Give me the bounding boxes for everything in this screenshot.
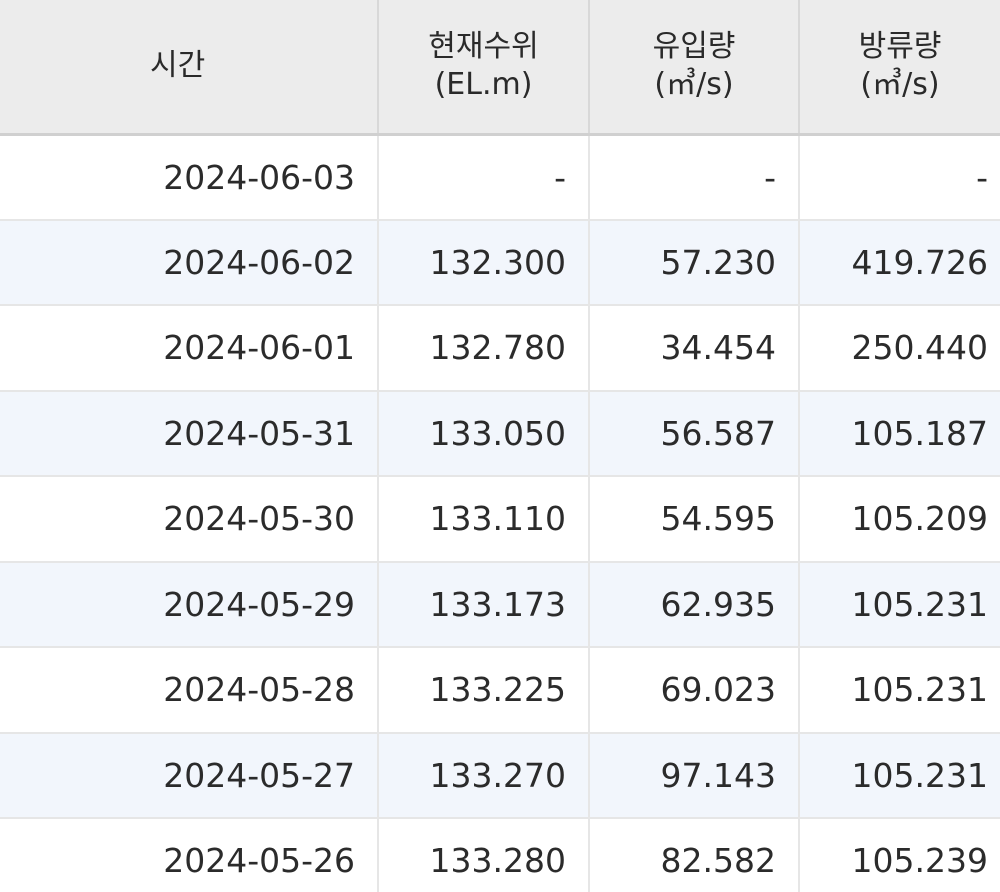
cell-inflow: 34.454 — [588, 305, 799, 392]
header-inflow-unit: (㎥/s) — [654, 67, 734, 103]
cell-water-level: 133.280 — [377, 818, 589, 892]
cell-inflow: 54.595 — [588, 476, 799, 563]
header-inflow: 유입량 (㎥/s) — [588, 0, 799, 136]
cell-inflow: 62.935 — [588, 561, 799, 648]
cell-time: 2024-06-03 — [0, 134, 378, 221]
table-row: 2024-05-28 133.225 69.023 105.231 — [0, 647, 1000, 734]
header-time: 시간 — [0, 0, 378, 136]
cell-time: 2024-06-01 — [0, 305, 378, 392]
cell-inflow: 97.143 — [588, 732, 799, 819]
header-water-level-label: 현재수위 — [428, 29, 539, 65]
table-row: 2024-05-30 133.110 54.595 105.209 — [0, 476, 1000, 563]
cell-outflow: 105.209 — [798, 476, 1000, 563]
header-water-level: 현재수위 (EL.m) — [377, 0, 589, 136]
cell-inflow: 69.023 — [588, 647, 799, 734]
header-outflow-label: 방류량 — [858, 29, 942, 65]
cell-outflow: 105.231 — [798, 647, 1000, 734]
header-outflow: 방류량 (㎥/s) — [798, 0, 1000, 136]
table-row: 2024-05-27 133.270 97.143 105.231 — [0, 732, 1000, 819]
table-row: 2024-06-01 132.780 34.454 250.440 — [0, 305, 1000, 392]
cell-outflow: 105.231 — [798, 561, 1000, 648]
cell-time: 2024-06-02 — [0, 219, 378, 306]
cell-time: 2024-05-29 — [0, 561, 378, 648]
cell-time: 2024-05-31 — [0, 390, 378, 477]
cell-outflow: - — [798, 134, 1000, 221]
cell-inflow: 56.587 — [588, 390, 799, 477]
cell-water-level: 133.225 — [377, 647, 589, 734]
cell-outflow: 250.440 — [798, 305, 1000, 392]
cell-water-level: - — [377, 134, 589, 221]
cell-water-level: 133.173 — [377, 561, 589, 648]
cell-water-level: 132.780 — [377, 305, 589, 392]
table-header: 시간 현재수위 (EL.m) 유입량 (㎥/s) 방류량 (㎥/s) — [0, 0, 1000, 136]
table-row: 2024-06-02 132.300 57.230 419.726 — [0, 219, 1000, 306]
header-time-label: 시간 — [150, 48, 206, 84]
dam-data-table-container: 시간 현재수위 (EL.m) 유입량 (㎥/s) 방류량 (㎥/s) 2024-… — [0, 0, 1000, 892]
header-outflow-unit: (㎥/s) — [860, 67, 940, 103]
cell-time: 2024-05-28 — [0, 647, 378, 734]
header-inflow-label: 유입량 — [652, 29, 736, 65]
table-row: 2024-05-26 133.280 82.582 105.239 — [0, 818, 1000, 892]
cell-inflow: - — [588, 134, 799, 221]
cell-inflow: 82.582 — [588, 818, 799, 892]
cell-water-level: 133.110 — [377, 476, 589, 563]
cell-water-level: 132.300 — [377, 219, 589, 306]
table-row: 2024-05-31 133.050 56.587 105.187 — [0, 390, 1000, 477]
cell-time: 2024-05-26 — [0, 818, 378, 892]
dam-data-table: 시간 현재수위 (EL.m) 유입량 (㎥/s) 방류량 (㎥/s) 2024-… — [0, 0, 1000, 892]
header-row: 시간 현재수위 (EL.m) 유입량 (㎥/s) 방류량 (㎥/s) — [0, 0, 1000, 136]
cell-water-level: 133.050 — [377, 390, 589, 477]
cell-outflow: 105.231 — [798, 732, 1000, 819]
cell-water-level: 133.270 — [377, 732, 589, 819]
table-row: 2024-05-29 133.173 62.935 105.231 — [0, 561, 1000, 648]
cell-outflow: 105.239 — [798, 818, 1000, 892]
header-water-level-unit: (EL.m) — [434, 67, 533, 103]
cell-outflow: 105.187 — [798, 390, 1000, 477]
table-body: 2024-06-03 - - - 2024-06-02 132.300 57.2… — [0, 134, 1000, 892]
table-row: 2024-06-03 - - - — [0, 134, 1000, 221]
cell-outflow: 419.726 — [798, 219, 1000, 306]
cell-time: 2024-05-30 — [0, 476, 378, 563]
cell-inflow: 57.230 — [588, 219, 799, 306]
cell-time: 2024-05-27 — [0, 732, 378, 819]
